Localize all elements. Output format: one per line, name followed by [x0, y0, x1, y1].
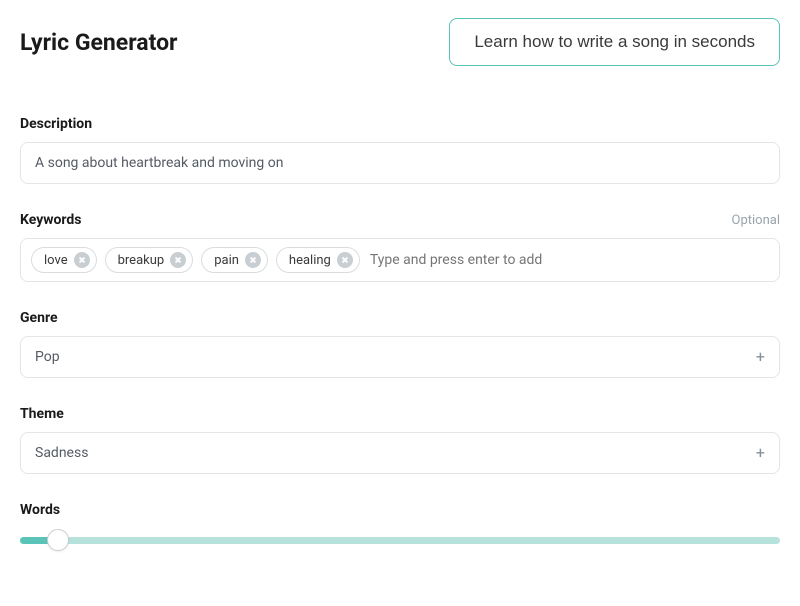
remove-tag-icon[interactable] — [74, 252, 90, 268]
theme-field: Theme Sadness + — [20, 406, 780, 474]
remove-tag-icon[interactable] — [170, 252, 186, 268]
keywords-field: Keywords Optional love breakup pain heal… — [20, 212, 780, 282]
theme-value: Sadness — [35, 445, 88, 461]
words-field: Words — [20, 502, 780, 552]
genre-field: Genre Pop + — [20, 310, 780, 378]
remove-tag-icon[interactable] — [245, 252, 261, 268]
keyword-tag: breakup — [105, 247, 194, 273]
remove-tag-icon[interactable] — [337, 252, 353, 268]
description-input[interactable] — [20, 142, 780, 184]
keywords-input[interactable] — [368, 248, 769, 272]
description-label: Description — [20, 116, 92, 132]
theme-label: Theme — [20, 406, 64, 422]
genre-select[interactable]: Pop + — [20, 336, 780, 378]
slider-thumb[interactable] — [47, 529, 69, 551]
description-field: Description — [20, 116, 780, 184]
page-title: Lyric Generator — [20, 29, 177, 56]
keyword-tag: pain — [201, 247, 268, 273]
genre-value: Pop — [35, 349, 60, 365]
learn-how-button[interactable]: Learn how to write a song in seconds — [449, 18, 780, 66]
theme-select[interactable]: Sadness + — [20, 432, 780, 474]
keyword-tag-label: pain — [214, 253, 239, 268]
keywords-tag-container[interactable]: love breakup pain healing — [20, 238, 780, 282]
keywords-label: Keywords — [20, 212, 82, 228]
keywords-optional-label: Optional — [732, 213, 780, 228]
plus-icon: + — [756, 445, 765, 461]
keyword-tag-label: breakup — [118, 253, 165, 268]
keyword-tag-label: healing — [289, 253, 331, 268]
words-slider[interactable] — [20, 528, 780, 552]
header-row: Lyric Generator Learn how to write a son… — [20, 18, 780, 66]
words-label: Words — [20, 502, 60, 518]
slider-track — [20, 537, 780, 544]
keyword-tag-label: love — [44, 253, 68, 268]
genre-label: Genre — [20, 310, 58, 326]
keyword-tag: love — [31, 247, 97, 273]
plus-icon: + — [756, 349, 765, 365]
keyword-tag: healing — [276, 247, 360, 273]
